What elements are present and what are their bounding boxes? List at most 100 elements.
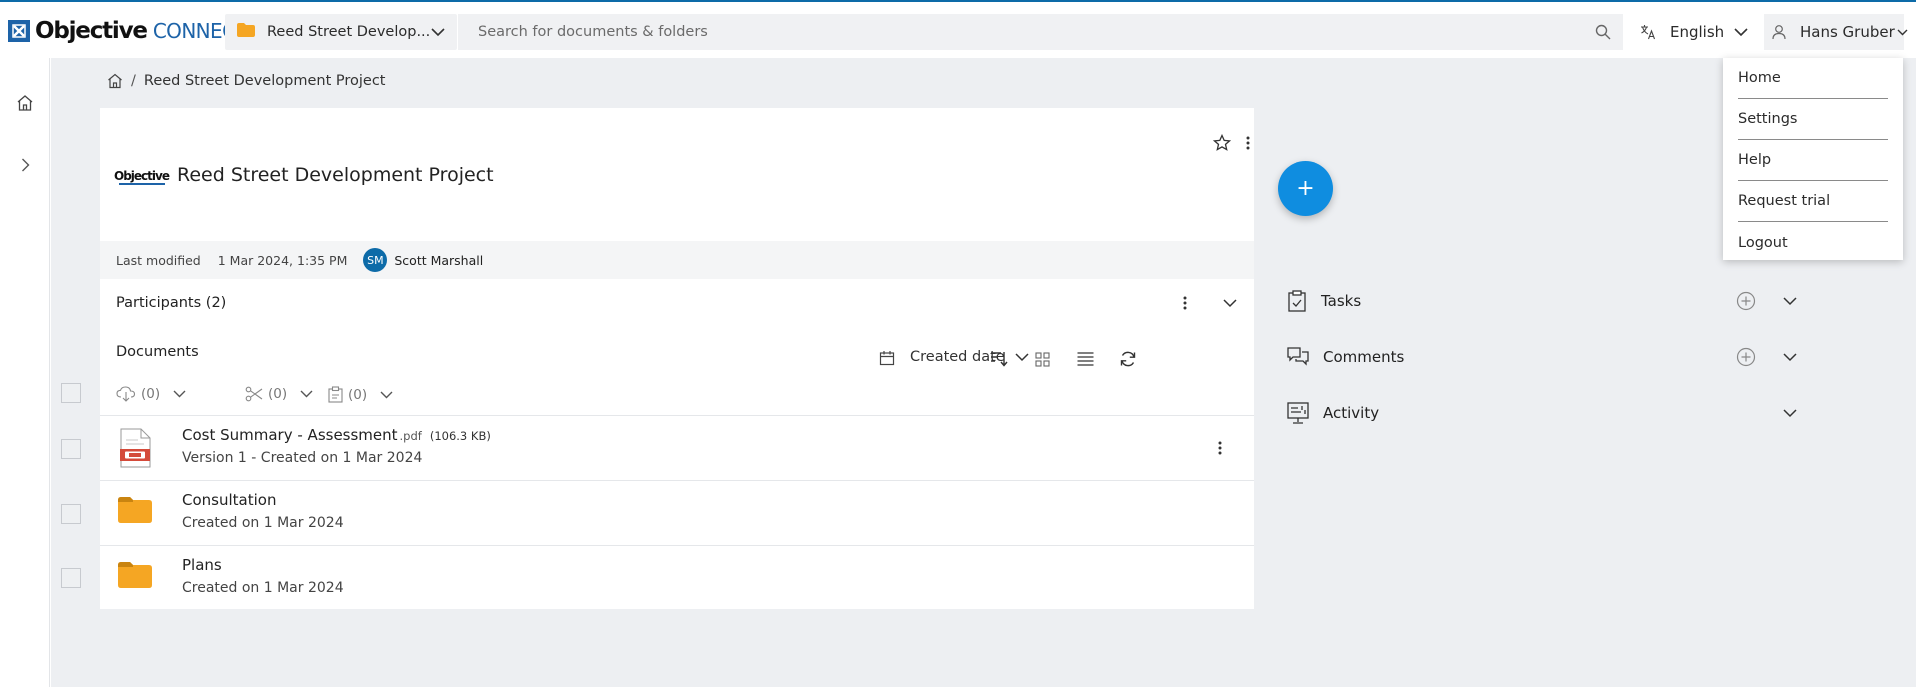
add-task-icon[interactable] bbox=[1736, 291, 1756, 311]
calendar-icon bbox=[879, 350, 895, 366]
bulk-actions-bar: (0) (0) (0) bbox=[100, 380, 1254, 414]
rail-expand-button[interactable] bbox=[10, 150, 40, 180]
user-icon bbox=[1772, 24, 1786, 40]
chevron-down-icon bbox=[1015, 352, 1029, 362]
participants-row[interactable]: Participants (2) bbox=[100, 279, 1254, 327]
project-more-button[interactable] bbox=[1233, 128, 1263, 158]
clipboard-check-icon bbox=[1287, 290, 1307, 312]
left-rail bbox=[0, 58, 50, 687]
activity-label: Activity bbox=[1323, 404, 1380, 422]
breadcrumb-home-icon[interactable] bbox=[107, 73, 123, 89]
translate-icon bbox=[1640, 24, 1656, 40]
share-count: (0) bbox=[268, 386, 288, 402]
chevron-down-icon[interactable] bbox=[1223, 299, 1237, 308]
chevron-down-icon bbox=[1897, 29, 1908, 36]
chevron-down-icon bbox=[173, 390, 186, 398]
folder-icon bbox=[237, 23, 255, 41]
list-view-button[interactable] bbox=[1072, 346, 1098, 372]
select-all-checkbox[interactable] bbox=[61, 383, 81, 403]
list-item[interactable]: Consultation Created on 1 Mar 2024 bbox=[100, 480, 1254, 545]
chevron-right-icon bbox=[21, 158, 30, 172]
user-name: Hans Gruber bbox=[1800, 23, 1895, 41]
folder-subtitle: Created on 1 Mar 2024 bbox=[182, 515, 344, 531]
rail-home-button[interactable] bbox=[10, 88, 40, 118]
share-action[interactable]: (0) bbox=[245, 386, 313, 402]
modified-by-name: Scott Marshall bbox=[394, 252, 484, 268]
documents-list: Cost Summary - Assessment .pdf (106.3 KB… bbox=[100, 415, 1254, 610]
clipboard-icon bbox=[328, 386, 343, 403]
clipboard-count: (0) bbox=[348, 386, 368, 403]
menu-item-logout[interactable]: Logout bbox=[1738, 222, 1888, 263]
download-count: (0) bbox=[141, 386, 161, 402]
search-icon[interactable] bbox=[1595, 24, 1611, 40]
list-item[interactable]: Cost Summary - Assessment .pdf (106.3 KB… bbox=[100, 415, 1254, 480]
project-logo: Objective bbox=[114, 168, 170, 186]
clipboard-action[interactable]: (0) bbox=[328, 386, 393, 403]
chevron-down-icon bbox=[431, 27, 445, 37]
chevron-down-icon[interactable] bbox=[1783, 403, 1803, 423]
documents-toolbar: Created date bbox=[100, 336, 1254, 380]
chevron-down-icon bbox=[380, 391, 393, 399]
cloud-download-icon bbox=[116, 386, 136, 402]
folder-icon bbox=[118, 562, 154, 602]
tasks-panel[interactable]: Tasks bbox=[1287, 281, 1807, 321]
menu-item-home[interactable]: Home bbox=[1738, 58, 1888, 99]
chevron-down-icon bbox=[300, 390, 313, 398]
breadcrumb-current[interactable]: Reed Street Development Project bbox=[144, 73, 386, 89]
sort-direction-button[interactable] bbox=[986, 346, 1012, 372]
project-logo-text: Objective bbox=[114, 168, 170, 183]
breadcrumb: / Reed Street Development Project bbox=[107, 71, 385, 91]
refresh-button[interactable] bbox=[1115, 346, 1141, 372]
home-icon bbox=[16, 94, 34, 112]
menu-item-request-trial[interactable]: Request trial bbox=[1738, 181, 1888, 222]
language-selector[interactable]: English bbox=[1640, 14, 1748, 50]
row-checkbox[interactable] bbox=[61, 568, 81, 588]
folder-subtitle: Created on 1 Mar 2024 bbox=[182, 580, 344, 596]
project-meta: Last modified 1 Mar 2024, 1:35 PM SM Sco… bbox=[100, 241, 1254, 279]
menu-item-help[interactable]: Help bbox=[1738, 140, 1888, 181]
last-modified-date: 1 Mar 2024, 1:35 PM bbox=[217, 252, 348, 268]
folder-icon bbox=[118, 497, 154, 537]
avatar: SM bbox=[363, 248, 388, 272]
folder-name: Plans bbox=[182, 556, 222, 574]
user-menu-button[interactable]: Hans Gruber bbox=[1764, 14, 1908, 50]
more-vertical-icon[interactable] bbox=[1183, 296, 1187, 310]
search-input[interactable] bbox=[478, 24, 1595, 40]
comments-icon bbox=[1287, 347, 1309, 367]
list-icon bbox=[1077, 352, 1094, 366]
plus-icon: + bbox=[1296, 176, 1315, 201]
participants-label: Participants (2) bbox=[116, 295, 227, 311]
sort-descending-icon bbox=[990, 351, 1008, 367]
download-action[interactable]: (0) bbox=[116, 386, 186, 402]
chevron-down-icon[interactable] bbox=[1783, 347, 1803, 367]
project-card: Objective Reed Street Development Projec… bbox=[100, 108, 1254, 609]
document-size: (106.3 KB) bbox=[429, 429, 491, 443]
user-dropdown-menu: Home Settings Help Request trial Logout bbox=[1723, 58, 1903, 260]
workspace-selector[interactable]: Reed Street Develop... bbox=[225, 14, 457, 50]
document-more-button[interactable] bbox=[1206, 434, 1234, 462]
add-comment-icon[interactable] bbox=[1736, 347, 1756, 367]
more-vertical-icon bbox=[1218, 441, 1222, 455]
app-logo[interactable]: Objective CONNECT bbox=[8, 16, 248, 46]
grid-icon bbox=[1034, 351, 1050, 367]
folder-name: Consultation bbox=[182, 491, 277, 509]
comments-panel[interactable]: Comments bbox=[1287, 337, 1807, 377]
activity-panel[interactable]: Activity bbox=[1287, 393, 1807, 433]
top-header: Objective CONNECT Reed Street Develop...… bbox=[0, 2, 1916, 58]
logo-text-bold: Objective bbox=[35, 18, 148, 44]
add-fab-button[interactable]: + bbox=[1278, 161, 1333, 216]
grid-view-button[interactable] bbox=[1029, 346, 1055, 372]
menu-item-settings[interactable]: Settings bbox=[1738, 99, 1888, 140]
document-name-row: Cost Summary - Assessment .pdf (106.3 KB… bbox=[182, 426, 491, 444]
pdf-file-icon bbox=[118, 428, 154, 468]
row-checkbox[interactable] bbox=[61, 439, 81, 459]
list-item[interactable]: Plans Created on 1 Mar 2024 bbox=[100, 545, 1254, 610]
logo-mark-icon bbox=[8, 20, 30, 42]
chevron-down-icon[interactable] bbox=[1783, 291, 1803, 311]
row-checkbox[interactable] bbox=[61, 504, 81, 524]
main-area: / Reed Street Development Project Object… bbox=[51, 58, 1916, 687]
project-header: Objective Reed Street Development Projec… bbox=[100, 108, 1254, 241]
project-title: Reed Street Development Project bbox=[177, 164, 494, 186]
language-label: English bbox=[1670, 23, 1725, 41]
document-name: Cost Summary - Assessment bbox=[182, 426, 398, 444]
